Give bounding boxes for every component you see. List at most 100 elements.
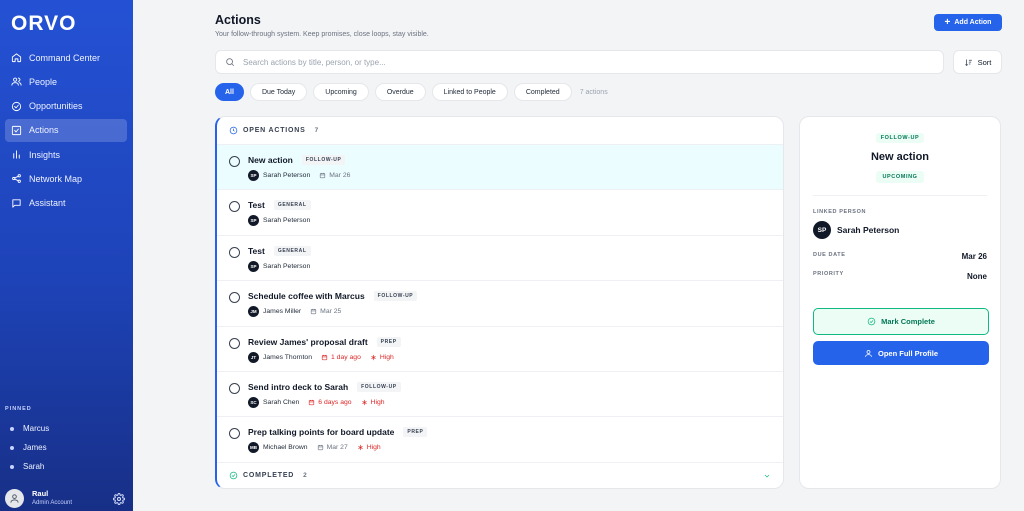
actions-count: 7 actions: [579, 88, 608, 96]
action-row[interactable]: Review James' proposal draft PREP JT James …: [217, 327, 783, 372]
sidebar-item-insights[interactable]: Insights: [5, 143, 127, 166]
action-meta: MB Michael Brown Mar 27 High: [248, 442, 381, 454]
search-icon: [226, 58, 235, 67]
check-circle-icon: [867, 317, 876, 326]
filter-chip-linked-to-people[interactable]: Linked to People: [431, 83, 508, 101]
filter-chip-completed[interactable]: Completed: [513, 83, 572, 101]
sidebar-item-people[interactable]: People: [5, 70, 127, 93]
action-title: Prep talking points for board update: [248, 427, 395, 438]
action-row[interactable]: Test GENERAL SP Sarah Peterson: [217, 236, 783, 282]
action-row[interactable]: Test GENERAL SP Sarah Peterson: [217, 190, 783, 236]
action-person: Sarah Chen: [263, 398, 300, 406]
action-person: Sarah Peterson: [263, 172, 311, 179]
pinned-item-marcus[interactable]: Marcus: [10, 419, 49, 438]
priority-label: PRIORITY: [813, 271, 844, 277]
settings-button[interactable]: [113, 492, 125, 505]
action-title: Review James' proposal draft: [248, 336, 368, 347]
open-profile-label: Open Full Profile: [877, 348, 938, 358]
open-actions-header: OPEN ACTIONS 7: [217, 117, 783, 144]
sidebar-item-opportunities[interactable]: Opportunities: [5, 95, 127, 118]
chat-icon: [12, 199, 21, 208]
action-date: Mar 27: [317, 444, 348, 451]
calendar-icon: [321, 354, 328, 360]
sidebar-item-actions[interactable]: Actions: [5, 118, 127, 142]
actions-list: New action FOLLOW-UP SP Sarah Peterson Mar 2…: [217, 144, 783, 463]
action-detail-panel: FOLLOW-UP New action UPCOMING LINKED PER…: [799, 116, 1001, 489]
sidebar-item-assistant[interactable]: Assistant: [5, 192, 127, 215]
priority-value: None: [967, 272, 987, 281]
sidebar-item-label: Network Map: [29, 173, 83, 184]
sidebar-item-label: Insights: [29, 149, 61, 160]
complete-checkbox[interactable]: [229, 201, 240, 213]
calendar-icon: [311, 309, 317, 315]
action-person: Michael Brown: [263, 444, 308, 452]
calendar-icon: [309, 399, 315, 406]
bullet-icon: [10, 464, 14, 469]
app-logo[interactable]: ORVO: [11, 12, 76, 36]
complete-checkbox[interactable]: [229, 156, 240, 167]
pinned-item-james[interactable]: James: [10, 438, 49, 457]
action-priority: High: [361, 399, 385, 406]
action-title-wrap: Prep talking points for board update PREP: [248, 427, 428, 438]
action-title: New action: [248, 155, 293, 165]
complete-checkbox[interactable]: [229, 428, 240, 440]
action-date-text: Mar 25: [320, 308, 342, 316]
completed-count: 2: [303, 472, 307, 479]
search-input[interactable]: [243, 57, 923, 67]
pinned-item-label: James: [23, 443, 47, 452]
mark-complete-button[interactable]: Mark Complete: [813, 308, 989, 335]
mark-complete-label: Mark Complete: [881, 317, 935, 326]
detail-tag-wrap: FOLLOW-UP: [800, 133, 1000, 143]
pinned-title: PINNED: [5, 406, 32, 412]
completed-section-toggle[interactable]: COMPLETED 2: [217, 467, 783, 484]
avatar: SC: [248, 396, 259, 408]
action-meta: JT James Thornton 1 day ago High: [248, 351, 394, 363]
action-title-wrap: Review James' proposal draft PREP: [248, 336, 401, 347]
sort-button[interactable]: Sort: [953, 50, 1002, 74]
sidebar-item-network-map[interactable]: Network Map: [5, 167, 127, 190]
search-bar: [215, 50, 944, 74]
pinned-list: Marcus James Sarah: [10, 419, 49, 476]
user-account[interactable]: Raul Admin Account: [5, 488, 127, 508]
complete-checkbox[interactable]: [229, 337, 240, 349]
add-action-button[interactable]: + Add Action: [934, 14, 1002, 31]
user-role: Admin Account: [32, 499, 73, 506]
action-priority: High: [357, 444, 381, 451]
sort-icon: [964, 59, 972, 66]
action-date-text: Mar 27: [326, 444, 348, 452]
detail-title: New action: [870, 151, 930, 163]
action-date: 1 day ago: [321, 354, 361, 361]
action-row[interactable]: New action FOLLOW-UP SP Sarah Peterson Mar 2…: [217, 145, 783, 191]
complete-checkbox[interactable]: [229, 382, 240, 394]
filter-chip-all[interactable]: All: [215, 83, 244, 101]
open-profile-button[interactable]: Open Full Profile: [813, 341, 989, 365]
filter-chip-overdue[interactable]: Overdue: [374, 83, 426, 101]
filter-chip-upcoming[interactable]: Upcoming: [313, 83, 369, 101]
linked-person-name: Sarah Peterson: [837, 225, 900, 235]
complete-checkbox[interactable]: [229, 246, 240, 258]
action-date: 6 days ago: [308, 399, 352, 406]
people-icon: [11, 77, 22, 86]
action-person: Sarah Peterson: [263, 262, 311, 270]
linked-person[interactable]: SP Sarah Peterson: [813, 221, 899, 239]
action-type-tag: PREP: [403, 427, 428, 438]
complete-checkbox[interactable]: [229, 292, 240, 304]
action-person: James Thornton: [263, 353, 312, 361]
action-row[interactable]: Prep talking points for board update PREP…: [217, 417, 783, 463]
filter-chip-due-today[interactable]: Due Today: [249, 83, 308, 101]
checkbox-icon: [11, 125, 22, 135]
action-row[interactable]: Send intro deck to Sarah FOLLOW-UP SC Sarah…: [217, 372, 783, 418]
pinned-item-sarah[interactable]: Sarah: [10, 457, 49, 476]
bar-chart-icon: [13, 150, 20, 159]
action-date-text: Mar 26: [329, 172, 351, 179]
target-icon: [11, 101, 22, 111]
avatar: MB: [248, 442, 259, 454]
user-icon: [10, 493, 19, 503]
sidebar-item-command-center[interactable]: Command Center: [5, 46, 127, 69]
action-row[interactable]: Schedule coffee with Marcus FOLLOW-UP JM Ja…: [217, 281, 783, 327]
action-person: Sarah Peterson: [263, 217, 311, 225]
bullet-icon: [10, 426, 14, 431]
clock-icon: [229, 126, 238, 135]
avatar: SP: [248, 215, 259, 227]
open-actions-count: 7: [314, 127, 319, 134]
